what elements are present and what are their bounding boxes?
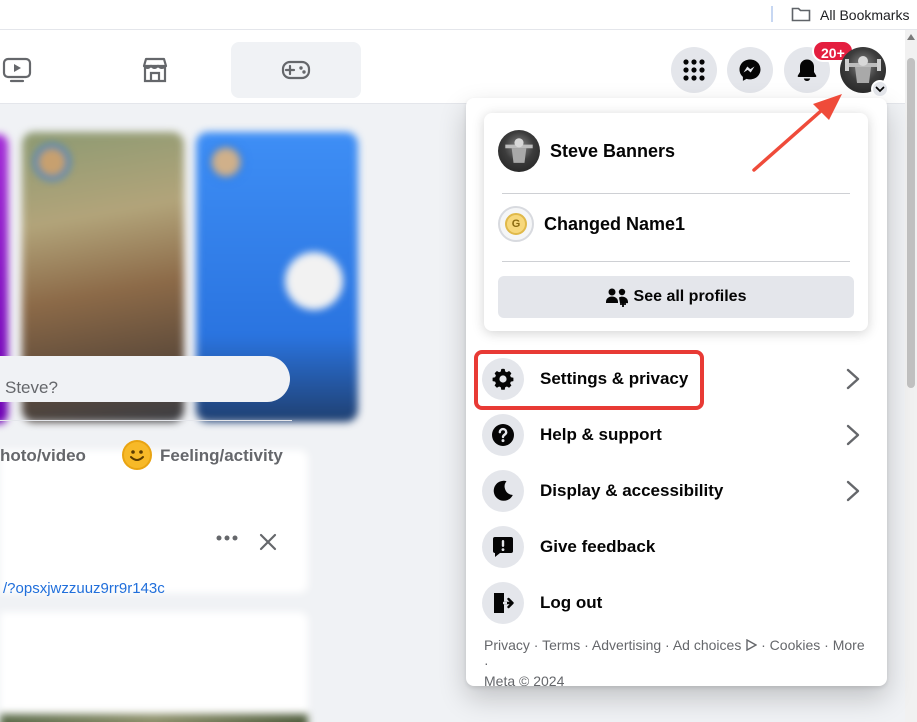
create-post-card	[0, 450, 308, 593]
feedback-icon	[482, 526, 524, 568]
profile-row-page[interactable]: G Changed Name1	[498, 206, 685, 242]
chevron-right-icon	[846, 480, 860, 502]
nav-tab-gaming[interactable]	[231, 42, 361, 98]
story-avatar	[34, 144, 70, 180]
scroll-thumb[interactable]	[907, 58, 915, 388]
footer-copyright: Meta © 2024	[484, 673, 565, 689]
menu-item-help-support[interactable]: Help & support	[482, 411, 874, 459]
profile-avatar	[498, 130, 540, 172]
menu-footer: Privacy · Terms · Advertising · Ad choic…	[484, 637, 865, 689]
messenger-icon	[739, 59, 761, 81]
story-avatar	[208, 144, 244, 180]
nav-tab-marketplace[interactable]	[90, 42, 220, 98]
feed-post-link[interactable]: /?opsxjwzzuuz9rr9r143c	[3, 580, 165, 597]
top-navigation: 20+	[0, 30, 905, 104]
chevron-down-icon	[875, 86, 885, 93]
ad-choices-icon	[746, 638, 758, 652]
scroll-up-arrow[interactable]	[907, 34, 915, 40]
footer-cookies-link[interactable]: Cookies	[770, 637, 821, 653]
settings-highlight-box	[474, 350, 704, 410]
bookmarks-bar: All Bookmarks	[0, 0, 917, 30]
menu-item-label: Display & accessibility	[540, 481, 724, 500]
footer-terms-link[interactable]: Terms	[542, 637, 580, 653]
page-avatar-letter: G	[505, 213, 527, 235]
see-all-profiles-button[interactable]: See all profiles	[498, 276, 854, 318]
profile-row-main[interactable]: Steve Banners	[498, 130, 675, 172]
divider	[502, 193, 850, 194]
question-icon	[482, 414, 524, 456]
story-add-circle	[285, 252, 343, 310]
photo-video-button[interactable]: hoto/video	[0, 446, 86, 466]
bookmarks-separator	[771, 6, 773, 22]
footer-privacy-link[interactable]: Privacy	[484, 637, 530, 653]
smiley-icon	[122, 440, 152, 470]
chevron-right-icon	[846, 424, 860, 446]
menu-item-display-accessibility[interactable]: Display & accessibility	[482, 467, 874, 515]
see-all-profiles-label: See all profiles	[633, 288, 747, 305]
grid-menu-icon	[683, 59, 705, 81]
footer-more-link[interactable]: More	[833, 637, 865, 653]
profile-name: Steve Banners	[550, 140, 676, 161]
menu-item-label: Give feedback	[540, 537, 656, 556]
feed-post-card	[0, 612, 308, 722]
menu-item-label: Help & support	[540, 425, 662, 444]
folder-icon[interactable]	[791, 6, 811, 22]
menu-item-give-feedback[interactable]: Give feedback	[482, 523, 874, 571]
menu-item-log-out[interactable]: Log out	[482, 579, 874, 627]
footer-advertising-link[interactable]: Advertising	[592, 637, 661, 653]
profiles-icon	[605, 288, 628, 307]
divider	[502, 261, 850, 262]
chevron-right-icon	[846, 368, 860, 390]
all-bookmarks-link[interactable]: All Bookmarks	[820, 7, 909, 23]
more-options-icon[interactable]	[216, 534, 238, 542]
moon-icon	[482, 470, 524, 512]
messenger-button[interactable]	[727, 47, 773, 93]
page-scrollbar[interactable]	[905, 30, 917, 722]
logout-icon	[482, 582, 524, 624]
footer-ad-choices-link[interactable]: Ad choices	[673, 637, 741, 653]
video-icon	[2, 57, 32, 83]
marketplace-icon	[142, 57, 168, 83]
create-post-placeholder: Steve?	[5, 378, 58, 397]
feed-post-image	[0, 714, 308, 722]
account-chevron[interactable]	[871, 80, 889, 98]
divider	[0, 420, 292, 421]
profiles-card: Steve Banners G Changed Name1 See all pr…	[484, 113, 868, 331]
close-icon[interactable]	[258, 532, 278, 552]
feeling-activity-button[interactable]: Feeling/activity	[160, 446, 283, 466]
bell-icon	[797, 59, 817, 81]
profile-name: Changed Name1	[544, 213, 686, 234]
menu-button[interactable]	[671, 47, 717, 93]
gamepad-icon	[281, 60, 311, 80]
menu-item-label: Log out	[540, 593, 603, 612]
page-avatar: G	[498, 206, 534, 242]
nav-tab-video[interactable]	[0, 42, 82, 98]
